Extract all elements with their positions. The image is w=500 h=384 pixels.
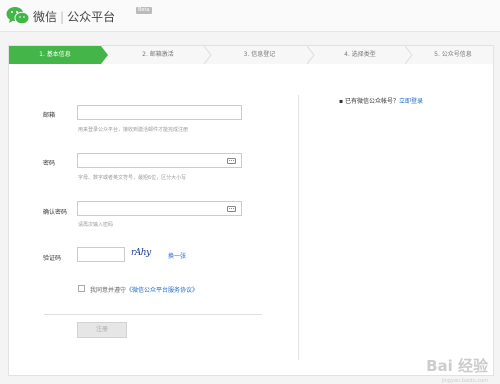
step-label: 2. 邮箱激活 [142, 51, 174, 58]
captcha-image[interactable]: rAhy [131, 248, 161, 262]
column-divider [298, 95, 299, 360]
password-label: 密码 [43, 160, 56, 167]
step-label: 5. 公众号信息 [434, 51, 472, 58]
captcha-label: 验证码 [43, 255, 62, 262]
registration-steps: 1. 基本信息 2. 邮箱激活 3. 信息登记 4. 选择类型 5. 公众号信息 [8, 45, 494, 65]
agreement-text: 我同意并遵守《微信公众平台服务协议》 [90, 285, 198, 294]
baidu-watermark: Bai 经验 [426, 357, 488, 375]
step-label: 4. 选择类型 [344, 51, 376, 58]
email-hint: 用来登录公众平台，接收到激活邮件才能完成注册 [78, 127, 189, 133]
password-field[interactable] [77, 153, 242, 168]
step-arrow-active [101, 46, 108, 64]
captcha-input[interactable] [77, 247, 125, 262]
step-separator [405, 46, 413, 64]
keyboard-icon[interactable] [227, 158, 236, 164]
wechat-logo-icon [6, 7, 30, 25]
service-agreement-link[interactable]: 《微信公众平台服务协议》 [126, 287, 198, 294]
top-bar: 微信 | 公众平台 Beta [0, 0, 500, 32]
agree-checkbox[interactable] [78, 285, 85, 292]
refresh-captcha-link[interactable]: 换一张 [168, 251, 186, 260]
step-basic-info: 1. 基本信息 [9, 46, 101, 64]
agree-prefix: 我同意并遵守 [90, 287, 127, 294]
step-account-info: 5. 公众号信息 [413, 46, 493, 64]
brand-name: 微信 [33, 10, 58, 24]
step-label: 1. 基本信息 [39, 51, 71, 58]
confirm-password-label: 确认密码 [43, 209, 68, 216]
step-choose-type: 4. 选择类型 [315, 46, 405, 64]
keyboard-icon[interactable] [227, 206, 236, 212]
email-field[interactable] [77, 105, 242, 120]
beta-badge: Beta [136, 7, 152, 14]
confirm-password-field[interactable] [77, 201, 242, 216]
existing-account-text: ▪ 已有微信公众帐号？立即登录 [339, 96, 423, 105]
form-divider [44, 314, 262, 315]
existing-account-prefix: 已有微信公众帐号？ [344, 98, 399, 105]
step-separator [204, 46, 212, 64]
step-info-registration: 3. 信息登记 [212, 46, 307, 64]
brand-separator: | [60, 10, 65, 24]
password-hint: 字母、数字或者英文符号，最短6位，区分大小写 [78, 175, 187, 181]
step-email-activation: 2. 邮箱激活 [110, 46, 206, 64]
step-separator [307, 46, 315, 64]
login-link[interactable]: 立即登录 [399, 98, 423, 105]
step-label: 3. 信息登记 [243, 51, 276, 58]
email-label: 邮箱 [43, 112, 56, 119]
watermark-url: jingyan.baidu.com [441, 378, 488, 384]
brand-title: 微信 | 公众平台 [33, 8, 115, 25]
confirm-password-hint: 请再次输入密码 [78, 222, 114, 228]
product-name: 公众平台 [67, 10, 116, 24]
register-button[interactable]: 注册 [77, 322, 127, 338]
